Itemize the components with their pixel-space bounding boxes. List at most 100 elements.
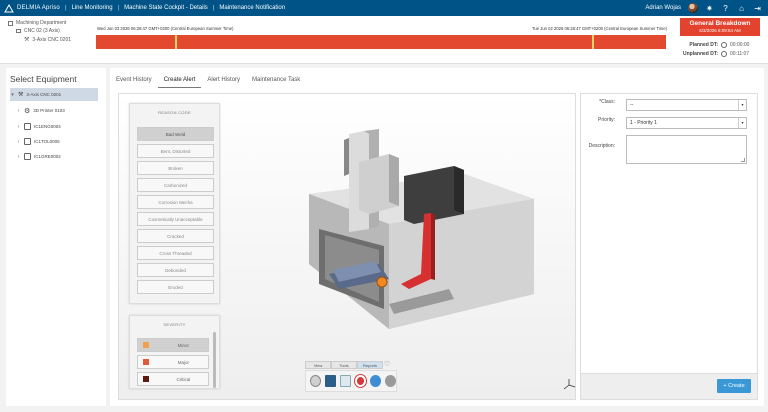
3d-viewer[interactable]: REASON CODE Bad Weld Bent, Distorted Bro… <box>118 93 576 400</box>
chevron-right-icon[interactable]: › <box>16 139 21 145</box>
chevron-right-icon[interactable]: › <box>16 124 21 130</box>
reason-code-button[interactable]: Broken <box>137 161 214 175</box>
cnc-machine-model[interactable] <box>249 114 549 329</box>
viewer-toolbar: View Tools Reports ♡ <box>305 361 397 393</box>
avatar[interactable] <box>688 3 698 13</box>
help-icon[interactable]: ? <box>721 4 730 13</box>
toolbar-tab-view[interactable]: View <box>305 361 331 369</box>
toolbar-tab-reports[interactable]: Reports <box>357 361 383 369</box>
severity-swatch <box>143 376 149 382</box>
timeline-marker[interactable] <box>592 35 594 49</box>
equipment-icon <box>24 153 31 160</box>
machine-icon: ⚒ <box>18 92 24 98</box>
timeline-start-label: Wed Jun 03 2026 06:28:47 GMT+0200 (Centr… <box>97 26 234 31</box>
priority-select[interactable]: 1 - Priority 1 ▾ <box>626 117 747 129</box>
tree-machine[interactable]: ⚒ 3-Axis CNC 0201 <box>24 36 71 44</box>
search-icon[interactable] <box>385 375 396 387</box>
capture-icon[interactable] <box>325 375 336 387</box>
toolbar-tab-tools[interactable]: Tools <box>331 361 357 369</box>
status-date: 6/3/2026 6:09:54 AM <box>699 28 741 33</box>
delmia-logo-icon <box>4 3 14 12</box>
description-textarea[interactable] <box>626 135 747 164</box>
clock-icon <box>721 42 727 48</box>
status-badge[interactable]: General Breakdown 6/3/2026 6:09:54 AM <box>680 18 760 36</box>
chevron-right-icon[interactable]: › <box>16 108 21 114</box>
unplanned-downtime: Unplanned DT: 00:11:07 <box>683 51 750 57</box>
reason-code-button[interactable]: Eroded <box>137 280 214 294</box>
chevron-down-icon[interactable]: ▾ <box>738 118 746 128</box>
reason-code-button[interactable]: Carbonized <box>137 178 214 192</box>
equipment-icon <box>24 138 31 145</box>
severity-panel: SEVERITY Minor Major Critical <box>129 315 220 389</box>
home-icon[interactable]: ⌂ <box>737 4 746 13</box>
tree-cnc-group[interactable]: CNC 02 (3 Axis) <box>16 28 60 34</box>
status-title: General Breakdown <box>689 20 751 27</box>
reason-code-panel: REASON CODE Bad Weld Bent, Distorted Bro… <box>129 103 220 304</box>
tab-event-history[interactable]: Event History <box>110 72 158 88</box>
description-label: Description: <box>588 143 615 149</box>
severity-button[interactable]: Major <box>137 355 209 369</box>
user-name[interactable]: Adrian Wojas <box>645 5 681 11</box>
chevron-right-icon[interactable]: › <box>16 154 21 160</box>
severity-title: SEVERITY <box>163 322 186 327</box>
equipment-item[interactable]: ▾ ⚒ 3-Axis CNC 0201 <box>10 88 98 101</box>
tab-maintenance-task[interactable]: Maintenance Task <box>246 72 306 88</box>
reason-code-button[interactable]: Debonded <box>137 263 214 277</box>
main-panel: Event History Create Alert Alert History… <box>110 68 764 406</box>
axes-icon <box>563 379 576 390</box>
severity-button[interactable]: Minor <box>137 338 209 352</box>
gear-icon: ⚙ <box>24 107 31 115</box>
equipment-panel-title: Select Equipment <box>10 74 77 84</box>
machine-icon: ⚒ <box>24 37 30 43</box>
priority-label: Priority: <box>598 117 615 123</box>
equipment-item[interactable]: › IC1GRE0002 <box>10 150 98 163</box>
reason-code-button[interactable]: Corrosion Mecha <box>137 195 214 209</box>
exit-icon[interactable]: ⇥ <box>753 4 762 13</box>
severity-button[interactable]: Critical <box>137 372 209 386</box>
reason-code-button[interactable]: Cracked <box>137 229 214 243</box>
settings-icon[interactable]: ✷ <box>705 4 714 13</box>
severity-swatch <box>143 359 149 365</box>
tab-bar: Event History Create Alert Alert History… <box>110 72 306 88</box>
breadcrumb-maintenance[interactable]: Maintenance Notification <box>219 5 285 11</box>
equipment-item[interactable]: › IC1ENG0004 <box>10 120 98 133</box>
header-strip: Machining Department CNC 02 (3 Axis) ⚒ 3… <box>0 16 768 64</box>
timeline-marker[interactable] <box>175 35 177 49</box>
group-icon <box>16 29 21 33</box>
reason-code-button[interactable]: Cross Threaded <box>137 246 214 260</box>
severity-scrollbar[interactable] <box>213 332 216 388</box>
report-blue-icon[interactable] <box>370 375 382 387</box>
brand-name: DELMIA Apriso <box>17 5 60 11</box>
class-label: *Class: <box>599 99 615 105</box>
timeline-end-label: Tue Jun 02 2026 06:28:47 GMT+0200 (Centr… <box>532 26 667 31</box>
clock-icon <box>721 51 727 57</box>
downtime-timeline[interactable] <box>96 35 666 49</box>
tab-create-alert[interactable]: Create Alert <box>157 72 202 88</box>
building-icon <box>8 20 13 26</box>
breadcrumb-machine-state[interactable]: Machine State Cockpit - Details <box>124 5 208 11</box>
breadcrumb-line-monitoring[interactable]: Line Monitoring <box>72 5 113 11</box>
planned-downtime: Planned DT: 00:00:00 <box>689 42 750 48</box>
favorite-icon[interactable]: ♡ <box>384 360 390 368</box>
reason-code-button[interactable]: Bent, Distorted <box>137 144 214 158</box>
tree-department[interactable]: Machining Department <box>8 20 66 26</box>
equipment-item[interactable]: › IC1TOL0005 <box>10 135 98 148</box>
settings-icon[interactable] <box>310 375 322 387</box>
severity-swatch <box>143 342 149 348</box>
reason-code-button[interactable]: Cosmetically Unacceptable <box>137 212 214 226</box>
class-select[interactable]: -- ▾ <box>626 99 747 111</box>
equipment-icon <box>24 123 31 130</box>
tab-alert-history[interactable]: Alert History <box>201 72 246 88</box>
chevron-down-icon[interactable]: ▾ <box>738 100 746 110</box>
report-red-icon[interactable] <box>355 375 367 387</box>
reason-code-button[interactable]: Bad Weld <box>137 127 214 141</box>
select-icon[interactable] <box>339 375 351 387</box>
chevron-down-icon[interactable]: ▾ <box>10 92 15 98</box>
top-bar: DELMIA Apriso | Line Monitoring | Machin… <box>0 0 768 16</box>
alert-form: *Class: -- ▾ Priority: 1 - Priority 1 ▾ … <box>580 93 758 400</box>
create-button[interactable]: + Create <box>717 379 751 393</box>
reason-code-title: REASON CODE <box>158 110 191 115</box>
resize-grip-icon[interactable] <box>741 158 745 162</box>
equipment-panel: Select Equipment ▾ ⚒ 3-Axis CNC 0201 › ⚙… <box>6 68 106 406</box>
equipment-item[interactable]: › ⚙ 3D Printer 0103 <box>10 104 98 117</box>
